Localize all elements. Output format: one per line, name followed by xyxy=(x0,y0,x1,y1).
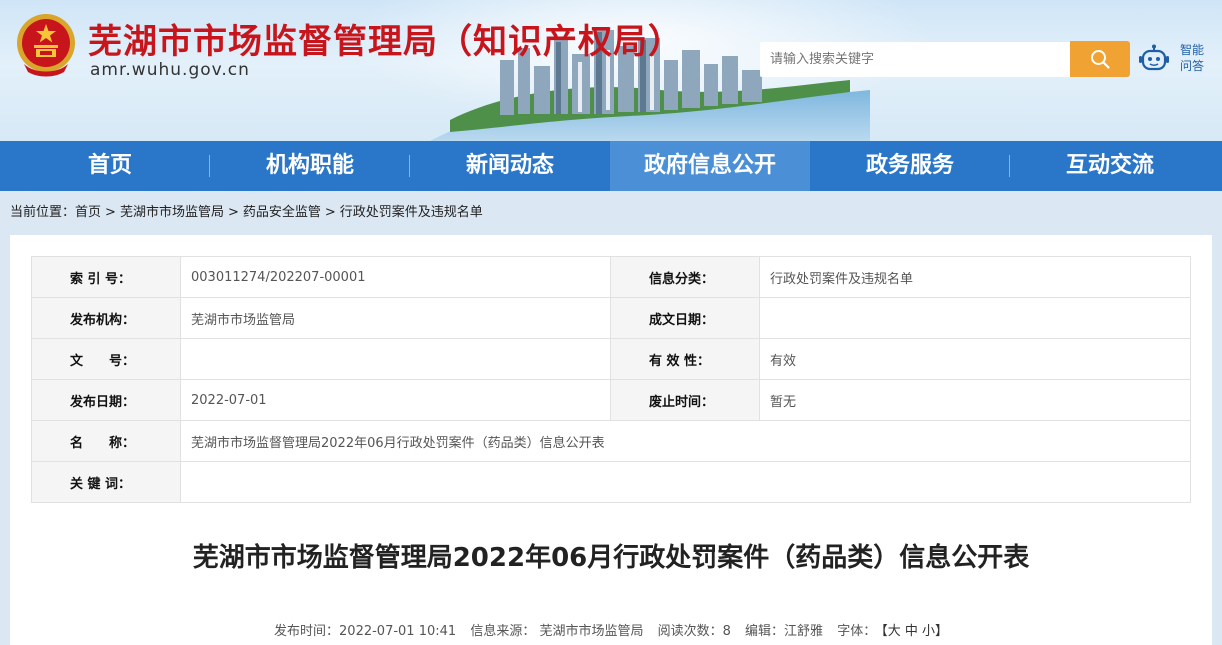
validity-label: 有 效 性： xyxy=(610,338,760,380)
validity-value: 有效 xyxy=(759,338,1191,380)
robot-icon xyxy=(1139,44,1169,71)
smart-qa-label: 智能问答 xyxy=(1179,43,1204,73)
nav-item-home[interactable]: 首页 xyxy=(10,141,210,191)
main-nav: 首页 机构职能 新闻动态 政府信息公开 政务服务 互动交流 xyxy=(0,141,1222,191)
info-source: 信息来源： 芜湖市市场监管局 xyxy=(470,624,644,639)
category-value: 行政处罚案件及违规名单 xyxy=(759,256,1191,298)
table-row: 索 引 号： 003011274/202207-00001 信息分类： 行政处罚… xyxy=(31,256,1191,298)
nav-item-news[interactable]: 新闻动态 xyxy=(410,141,610,191)
category-label: 信息分类： xyxy=(610,256,760,298)
publisher-value: 芜湖市市场监管局 xyxy=(180,297,611,339)
expire-time-label: 废止时间： xyxy=(610,379,760,421)
breadcrumb-penalty-cases[interactable]: 行政处罚案件及违规名单 xyxy=(340,205,483,220)
font-size-label: 字体： xyxy=(837,624,877,639)
nav-item-functions[interactable]: 机构职能 xyxy=(210,141,410,191)
index-number-label: 索 引 号： xyxy=(31,256,181,298)
index-number-value: 003011274/202207-00001 xyxy=(180,256,611,298)
editor: 编辑：江舒雅 xyxy=(745,624,824,639)
publish-date-value: 2022-07-01 xyxy=(180,379,611,421)
keywords-label: 关 键 词： xyxy=(31,461,181,503)
site-header: 芜湖市市场监督管理局（知识产权局） amr.wuhu.gov.cn 智能问答 xyxy=(0,0,1222,141)
created-date-value xyxy=(759,297,1191,339)
table-row: 关 键 词： xyxy=(31,461,1191,503)
document-info-bar: 发布时间：2022-07-01 10:41 信息来源： 芜湖市市场监管局 阅读次… xyxy=(10,620,1212,639)
created-date-label: 成文日期： xyxy=(610,297,760,339)
keywords-value xyxy=(180,461,1191,503)
publisher-label: 发布机构： xyxy=(31,297,181,339)
document-title: 芜湖市市场监督管理局2022年06月行政处罚案件（药品类）信息公开表 xyxy=(192,543,1030,573)
breadcrumb-separator: > xyxy=(105,205,116,220)
expire-time-value: 暂无 xyxy=(759,379,1191,421)
publish-time: 发布时间：2022-07-01 10:41 xyxy=(274,624,457,639)
table-row: 发布日期： 2022-07-01 废止时间： 暂无 xyxy=(31,379,1191,421)
font-size-switcher[interactable]: 【大 中 小】 xyxy=(881,624,948,639)
table-row: 发布机构： 芜湖市市场监管局 成文日期： xyxy=(31,297,1191,339)
content-card: 索 引 号： 003011274/202207-00001 信息分类： 行政处罚… xyxy=(10,235,1212,645)
search-button[interactable] xyxy=(1070,41,1130,77)
name-value: 芜湖市市场监督管理局2022年06月行政处罚案件（药品类）信息公开表 xyxy=(180,420,1191,462)
doc-number-value xyxy=(180,338,611,380)
smart-qa-button[interactable]: 智能问答 xyxy=(1138,42,1218,82)
site-domain: amr.wuhu.gov.cn xyxy=(90,60,250,80)
nav-item-interaction[interactable]: 互动交流 xyxy=(1010,141,1210,191)
nav-item-gov-info[interactable]: 政府信息公开 xyxy=(610,141,810,191)
table-row: 文 号： 有 效 性： 有效 xyxy=(31,338,1191,380)
search-box xyxy=(760,42,1072,77)
breadcrumb-separator: > xyxy=(227,205,239,220)
national-emblem-logo xyxy=(17,14,75,77)
view-count: 阅读次数：8 xyxy=(657,624,731,639)
breadcrumb: 当前位置：首页 > 芜湖市市场监管局 > 药品安全监管 > 行政处罚案件及违规名单 xyxy=(0,191,1222,235)
search-input[interactable] xyxy=(760,42,1070,77)
table-row: 名 称： 芜湖市市场监督管理局2022年06月行政处罚案件（药品类）信息公开表 xyxy=(31,420,1191,462)
breadcrumb-bureau[interactable]: 芜湖市市场监管局 xyxy=(120,205,224,220)
doc-number-label: 文 号： xyxy=(31,338,181,380)
site-title: 芜湖市市场监督管理局（知识产权局） xyxy=(88,22,683,62)
nav-item-services[interactable]: 政务服务 xyxy=(810,141,1010,191)
search-icon xyxy=(1091,50,1110,69)
publish-date-label: 发布日期： xyxy=(31,379,181,421)
breadcrumb-prefix: 当前位置： xyxy=(10,205,76,220)
name-label: 名 称： xyxy=(31,420,181,462)
breadcrumb-separator: > xyxy=(324,205,336,220)
document-metadata-table: 索 引 号： 003011274/202207-00001 信息分类： 行政处罚… xyxy=(31,256,1191,503)
breadcrumb-drug-safety[interactable]: 药品安全监管 xyxy=(243,205,321,220)
breadcrumb-home[interactable]: 首页 xyxy=(75,205,101,220)
